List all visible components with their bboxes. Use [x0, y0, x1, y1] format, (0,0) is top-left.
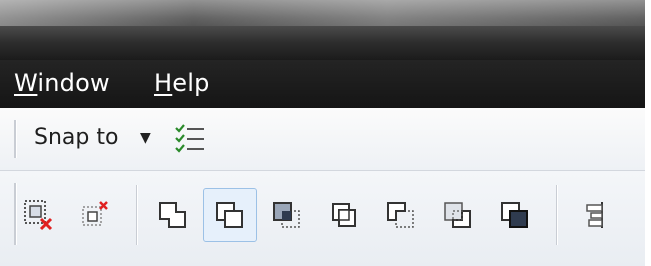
menu-window-rest: indow [37, 69, 110, 97]
align-distribute-icon [586, 202, 603, 228]
weld-button[interactable] [146, 188, 200, 242]
overlap-shape [338, 209, 350, 221]
delete-node-icon [82, 201, 108, 226]
front-shape [224, 210, 243, 228]
weld-icon [159, 202, 186, 228]
chevron-down-icon[interactable]: ▼ [140, 130, 151, 146]
create-boundary-icon [501, 202, 528, 228]
checklist-icon[interactable] [174, 122, 206, 156]
inner-shape [87, 211, 98, 222]
toolbar-grip[interactable] [14, 120, 17, 158]
welded-outline [159, 202, 186, 228]
toolbar-separator-2 [556, 185, 558, 245]
align-distribute-button[interactable] [568, 188, 622, 242]
snap-to-button[interactable]: Snap to [34, 125, 118, 150]
front-shape [509, 210, 528, 228]
simplify-icon [332, 203, 356, 227]
menu-bar: Window Help [0, 60, 645, 108]
menu-help[interactable]: Help [154, 69, 210, 97]
menu-window[interactable]: Window [14, 69, 110, 97]
menu-window-mnemonic: W [14, 69, 38, 97]
check-mark-2 [175, 134, 185, 143]
delete-virtual-segment-icon [24, 200, 53, 231]
window-edge [645, 0, 651, 266]
delete-virtual-segment-button[interactable] [12, 188, 66, 242]
check-mark-1 [175, 124, 185, 133]
inner-shape [29, 205, 42, 218]
trim-button[interactable] [203, 188, 257, 242]
trim-icon [216, 202, 243, 228]
shaping-toolbar [0, 171, 645, 266]
front-minus-back-button[interactable] [374, 188, 428, 242]
application-window: Window Help Snap to ▼ [0, 0, 645, 266]
intersection-fill [282, 211, 291, 220]
red-x [99, 201, 108, 210]
align-bar-1 [586, 204, 603, 212]
back-minus-front-icon [444, 202, 471, 228]
toolbar-separator [136, 185, 138, 245]
intersect-button[interactable] [260, 188, 314, 242]
check-mark-3 [175, 144, 185, 153]
menu-help-rest: elp [172, 69, 210, 97]
title-bar [0, 0, 645, 60]
delete-node-button[interactable] [68, 188, 122, 242]
align-bar-3 [588, 219, 603, 227]
intersect-icon [273, 202, 300, 228]
menu-help-mnemonic: H [154, 69, 173, 97]
title-blur [0, 0, 645, 26]
back-minus-front-button[interactable] [431, 188, 485, 242]
result-shape [387, 202, 406, 221]
snap-toolbar: Snap to ▼ [0, 108, 645, 171]
dotted-outline [395, 210, 414, 228]
create-boundary-button[interactable] [488, 188, 542, 242]
front-minus-back-icon [387, 202, 414, 228]
simplify-button[interactable] [317, 188, 371, 242]
align-bar-2 [590, 212, 603, 219]
